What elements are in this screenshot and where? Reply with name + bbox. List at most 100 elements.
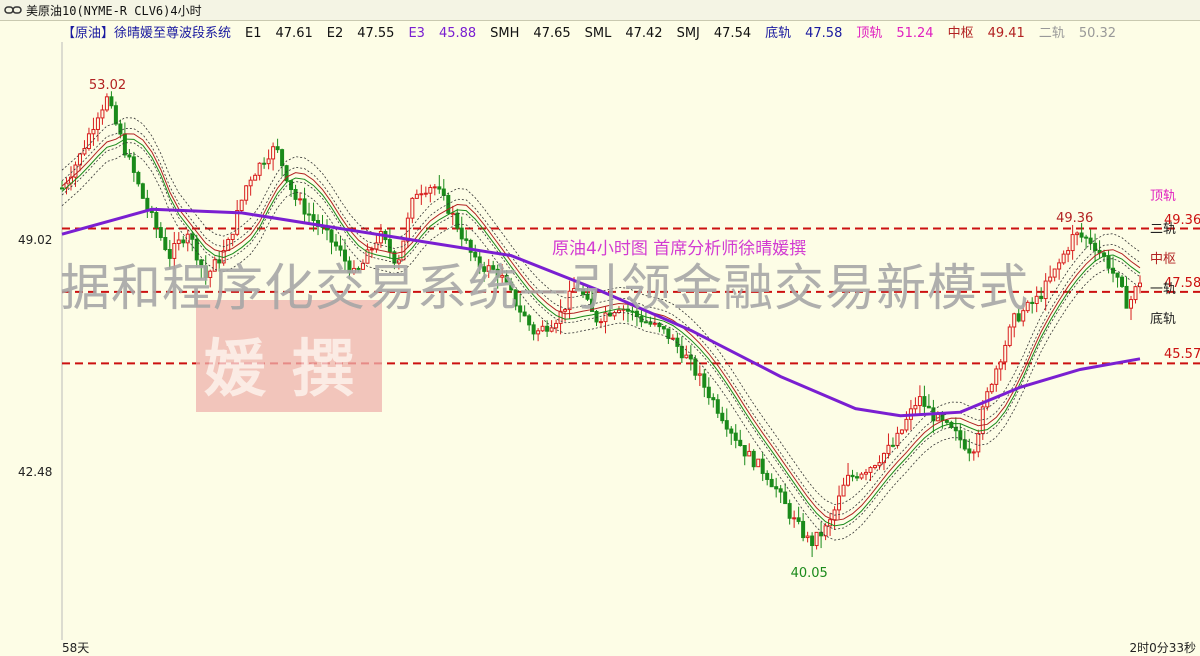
candle-body [720,412,725,422]
candle-body [792,517,797,520]
candle-body [971,451,976,454]
candle-body [1066,250,1071,255]
candle-body [414,193,419,199]
candle-body [248,179,253,187]
candle-body [796,517,801,522]
candle-body [666,328,671,339]
stamp-char-1: 媛 [204,332,267,405]
candle-body [679,345,684,359]
chain-link-icon [4,6,22,14]
chart-annotation: 原油4小时图 首席分析师徐晴媛撰 [552,239,807,259]
candle-body [1106,255,1111,269]
candle-body [86,133,91,150]
candle-body [841,484,846,497]
candle-body [531,324,536,335]
candle-body [1129,299,1134,309]
candle-body [95,117,100,130]
candle-body [886,444,891,454]
peak-price-label: 49.36 [1056,210,1094,226]
candle-body [1120,276,1125,287]
bottom-right-label: 2时0分33秒 [1129,641,1196,655]
rail-label: 顶轨 [1150,189,1177,204]
candle-body [289,180,294,190]
bottom-left-label: 58天 [62,641,90,655]
candle-body [944,419,949,423]
window-titlebar: 美原油10(NYME-R CLV6)4小时 [0,0,1200,21]
candle-body [661,326,666,330]
rail-label: 二轨 [1150,222,1177,237]
candle-body [837,495,842,511]
candle-body [783,491,788,505]
candle-body [419,193,424,196]
candle-body [176,239,181,245]
high-price-label: 53.02 [88,78,127,94]
candle-body [787,503,792,519]
candle-body [432,186,437,189]
info-item: 47.42 [625,26,663,41]
candle-body [967,448,972,454]
watermark-text: 据和程序化交易系统—引领金融交易新模式 [60,259,1029,317]
candle-body [693,358,698,376]
candle-body [459,227,464,240]
candle-body [181,239,186,244]
info-item: 47.54 [713,26,752,41]
candle-body [145,197,150,211]
candle-body [1124,285,1129,309]
candle-body [697,373,702,376]
candle-body [329,229,334,243]
candle-body [648,321,653,325]
candle-body [729,428,734,434]
candle-body [751,450,756,468]
info-item: E3 [408,26,425,41]
candle-body [765,472,770,480]
candle-body [1084,236,1089,239]
candle-body [244,185,249,201]
rail-label: 一轨 [1150,282,1177,297]
candle-body [670,337,675,340]
candle-body [895,432,900,447]
candle-body [774,486,779,490]
candle-body [82,148,87,155]
candle-body [275,146,280,151]
y-tick-label: 42.48 [18,465,53,480]
candle-body [706,386,711,399]
candle-body [1061,253,1066,264]
candle-body [1043,280,1048,300]
candle-body [302,198,307,215]
candle-body [846,474,851,486]
candle-body [109,96,114,107]
candle-body [877,462,882,467]
candle-body [266,158,271,165]
candle-body [868,467,873,473]
candle-body [100,109,105,119]
info-item: 底轨 [765,26,792,41]
candle-body [926,405,931,409]
info-item: 50.32 [1078,26,1117,41]
candle-body [881,452,886,464]
candle-body [239,199,244,212]
candle-body [1048,276,1053,282]
candle-body [441,188,446,196]
level-label-e3: 45.57 [1164,347,1200,363]
candle-body [545,325,550,332]
candle-body [922,396,927,407]
candle-body [554,322,559,329]
candle-body [1111,267,1116,274]
candle-body [271,146,276,160]
candle-body [810,535,815,547]
candle-body [450,212,455,215]
info-item: 47.65 [533,26,571,41]
candle-body [823,525,828,537]
candle-body [1079,232,1084,238]
candle-body [859,473,864,479]
rail-label: 中枢 [1150,252,1177,267]
candle-body [1052,268,1057,278]
candle-body [688,354,693,360]
info-item: E1 [245,26,262,41]
y-tick-label: 49.02 [18,232,53,247]
info-item: SMJ [676,26,700,41]
candle-body [962,439,967,450]
candle-body [549,327,554,332]
candle-body [136,171,141,185]
rail-label: 底轨 [1150,312,1177,327]
